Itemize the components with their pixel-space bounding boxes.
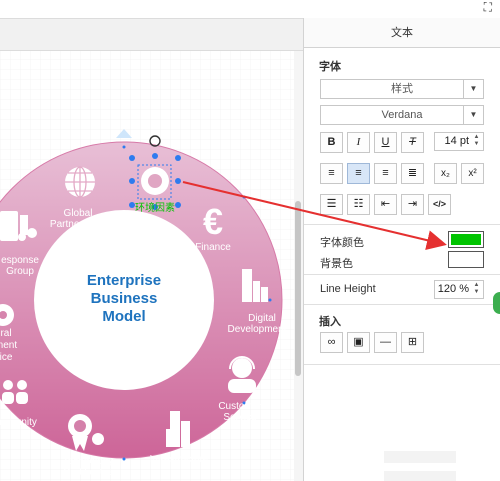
insert-section-title: 插入 [319,316,341,328]
segment-label[interactable]: ral [0,328,11,339]
diagram-canvas[interactable]: Enterprise Business Model 环境因素 € Global … [0,18,303,481]
font-color-swatch[interactable] [448,231,484,248]
line-height-label: Line Height [320,283,376,295]
numbered-list-icon: ☰ [326,198,337,210]
background-color-fill [451,254,481,265]
outdent-button[interactable]: ⇤ [374,194,397,215]
justify-icon: ≣ [407,167,418,179]
bullet-list-button[interactable]: ☷ [347,194,370,215]
canvas-ruler [0,19,303,51]
font-size-input[interactable]: 14 pt ▲ ▼ [434,132,484,151]
recycle-icon[interactable] [141,167,169,195]
font-color-label: 字体颜色 [320,237,364,249]
image-icon: ▣ [353,336,364,348]
background-color-label: 背景色 [320,258,353,270]
segment-label[interactable]: Customer [218,401,262,412]
top-toolbar: ⛶ [0,0,500,18]
align-left-icon: ≡ [328,167,335,179]
segment-label[interactable]: Certificates [63,467,113,478]
indent-button[interactable]: ⇥ [401,194,424,215]
horizontal-line-icon: — [380,336,391,348]
segment-label[interactable]: ment [0,340,17,351]
align-center-icon: ≡ [355,167,362,179]
segment-label[interactable]: Digital [248,313,276,324]
align-left-button[interactable]: ≡ [320,163,343,184]
insert-link-button[interactable]: ∞ [320,332,343,353]
chevron-down-icon: ▼ [463,106,483,124]
segment-label[interactable]: Technology [63,456,114,467]
segment-label[interactable]: Finance [195,242,231,253]
segment-label[interactable]: mmunity [0,417,37,428]
spinner-icon[interactable]: ▲ ▼ [472,282,481,296]
segment-label[interactable]: Group [6,266,34,277]
divider [304,304,500,305]
background-color-swatch[interactable] [448,251,484,268]
chevron-down-icon: ▼ [463,80,483,98]
font-family-value: Verdana [381,109,423,121]
numbered-list-button[interactable]: ☰ [320,194,343,215]
line-height-value: 120 % [437,283,469,295]
diagram-svg[interactable]: Enterprise Business Model 环境因素 € Global … [0,51,294,481]
spinner-icon[interactable]: ▲ ▼ [472,134,481,148]
table-icon: ⊞ [407,336,418,348]
bold-button[interactable]: B [320,132,343,153]
font-section-title: 字体 [319,61,341,73]
placeholder-bar [384,471,456,481]
selected-shape-label[interactable]: 环境因素 [135,201,175,214]
align-right-icon: ≡ [382,167,389,179]
clear-format-button[interactable]: T [401,132,424,153]
feedback-button[interactable] [493,292,500,314]
link-icon: ∞ [327,336,336,348]
align-right-button[interactable]: ≡ [374,163,397,184]
insert-table-button[interactable]: ⊞ [401,332,424,353]
format-panel: 文本 字体 样式 ▼ Verdana ▼ B I U T 14 pt ▲ ▼ ≡ … [303,18,500,481]
center-title-line: Model [102,308,145,325]
style-select-value: 样式 [391,83,413,95]
app-window: ⛶ Enterprise Business Model 环境因素 € Globa… [0,0,500,481]
outdent-icon: ⇤ [380,198,391,210]
line-height-input[interactable]: 120 % ▲ ▼ [434,280,484,299]
insert-line-button[interactable]: — [374,332,397,353]
html-button[interactable]: </> [428,194,451,215]
segment-label[interactable]: Service [223,412,257,423]
scrollbar-thumb[interactable] [295,201,301,376]
divider [304,274,500,275]
underline-button[interactable]: U [374,132,397,153]
italic-button[interactable]: I [347,132,370,153]
bullet-list-icon: ☷ [353,198,364,210]
center-title-line: Business [91,290,158,307]
divider [304,224,500,225]
center-title-line: Enterprise [87,272,161,289]
tab-text[interactable]: 文本 [304,18,500,48]
justify-button[interactable]: ≣ [401,163,424,184]
align-center-button[interactable]: ≡ [347,163,370,184]
font-color-fill [451,234,481,245]
segment-label[interactable]: esponse [1,255,39,266]
placeholder-bar [384,451,456,463]
insert-image-button[interactable]: ▣ [347,332,370,353]
segment-label[interactable]: ice [0,352,13,363]
subscript-button[interactable]: x₂ [434,163,457,184]
indent-icon: ⇥ [407,198,418,210]
font-family-select[interactable]: Verdana ▼ [320,105,484,125]
svg-text:€: € [203,201,223,242]
fullscreen-icon[interactable]: ⛶ [484,0,492,15]
superscript-button[interactable]: x² [461,163,484,184]
globe-icon [65,166,95,198]
segment-label[interactable]: Infrastructure [150,454,209,465]
segment-label[interactable]: Development [228,324,287,335]
style-select[interactable]: 样式 ▼ [320,79,484,99]
font-size-value: 14 pt [444,135,469,147]
euro-icon: € [203,201,223,242]
divider [304,364,500,365]
segment-label[interactable]: Partnerships [50,219,106,230]
segment-label[interactable]: Global [64,208,93,219]
